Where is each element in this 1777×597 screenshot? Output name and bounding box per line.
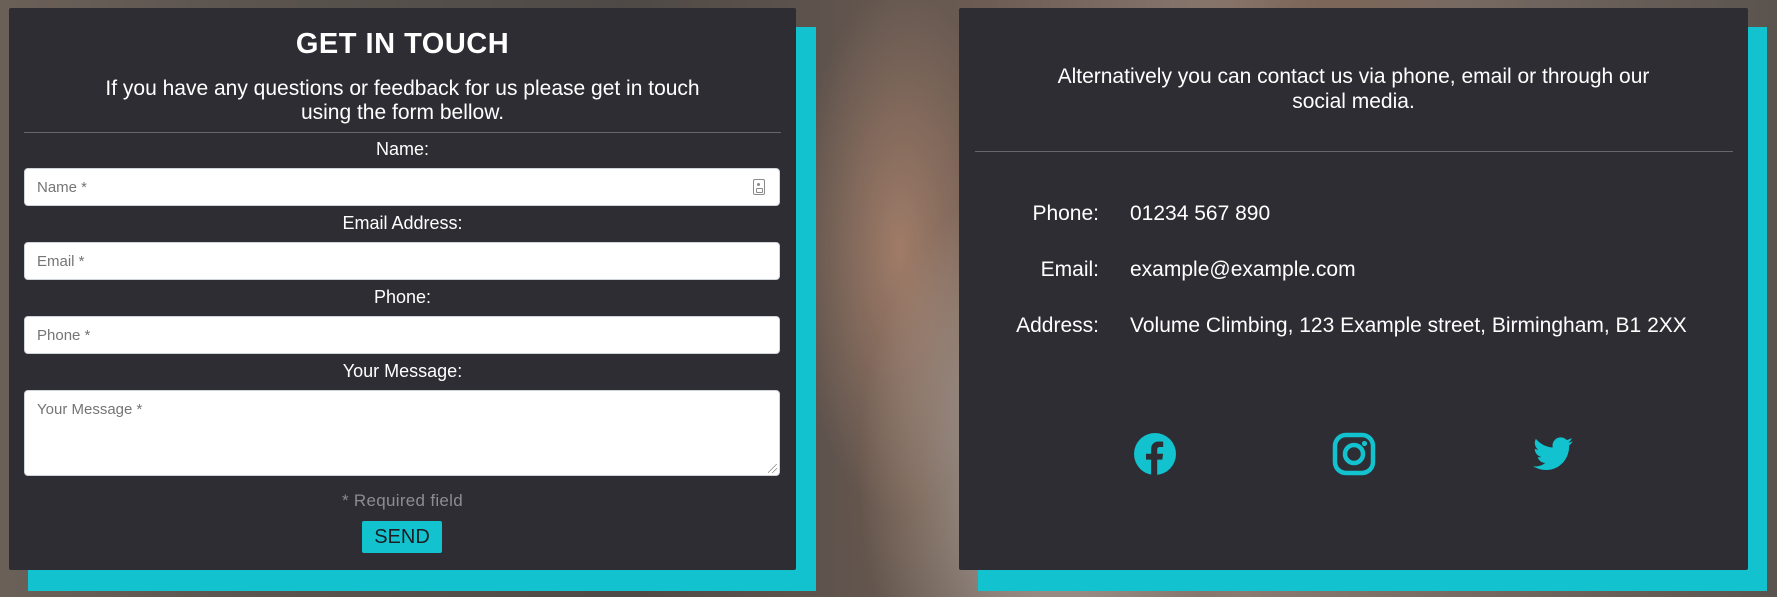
street-address: Volume Climbing, 123 Example street, Bir… xyxy=(1130,314,1687,337)
name-placeholder: Name * xyxy=(37,178,88,196)
twitter-icon xyxy=(1533,437,1573,470)
required-field-note: * Required field xyxy=(341,491,464,510)
email-input[interactable]: Email * xyxy=(24,242,780,280)
address-info-label: Address: xyxy=(1016,314,1099,337)
instagram-icon xyxy=(1332,432,1376,476)
contact-info-card: Alternatively you can contact us via pho… xyxy=(959,8,1748,570)
name-input[interactable]: Name * xyxy=(24,168,780,206)
info-divider xyxy=(975,151,1733,152)
facebook-link[interactable] xyxy=(1133,432,1177,476)
phone-info-label: Phone: xyxy=(1032,202,1099,225)
instagram-link[interactable] xyxy=(1332,432,1376,476)
phone-number: 01234 567 890 xyxy=(1130,202,1271,225)
message-placeholder: Your Message * xyxy=(37,401,143,418)
form-subtitle: If you have any questions or feedback fo… xyxy=(105,77,700,124)
phone-label: Phone: xyxy=(373,287,432,307)
message-textarea[interactable]: Your Message * xyxy=(24,390,780,476)
phone-input[interactable]: Phone * xyxy=(24,316,780,354)
phone-placeholder: Phone * xyxy=(37,326,91,344)
contact-intro: Alternatively you can contact us via pho… xyxy=(1057,65,1650,113)
resize-handle[interactable] xyxy=(768,464,777,473)
message-label: Your Message: xyxy=(342,361,463,381)
contact-card-icon xyxy=(753,179,765,195)
email-info-label: Email: xyxy=(1040,258,1099,281)
email-address: example@example.com xyxy=(1130,258,1356,281)
email-placeholder: Email * xyxy=(37,252,85,270)
form-title: GET IN TOUCH xyxy=(295,28,510,60)
contact-form-card: GET IN TOUCH If you have any questions o… xyxy=(9,8,796,570)
send-button[interactable]: SEND xyxy=(362,521,442,553)
twitter-link[interactable] xyxy=(1531,432,1575,476)
email-label: Email Address: xyxy=(342,213,463,233)
form-divider xyxy=(24,132,781,133)
name-label: Name: xyxy=(375,139,429,159)
facebook-icon xyxy=(1134,433,1176,475)
